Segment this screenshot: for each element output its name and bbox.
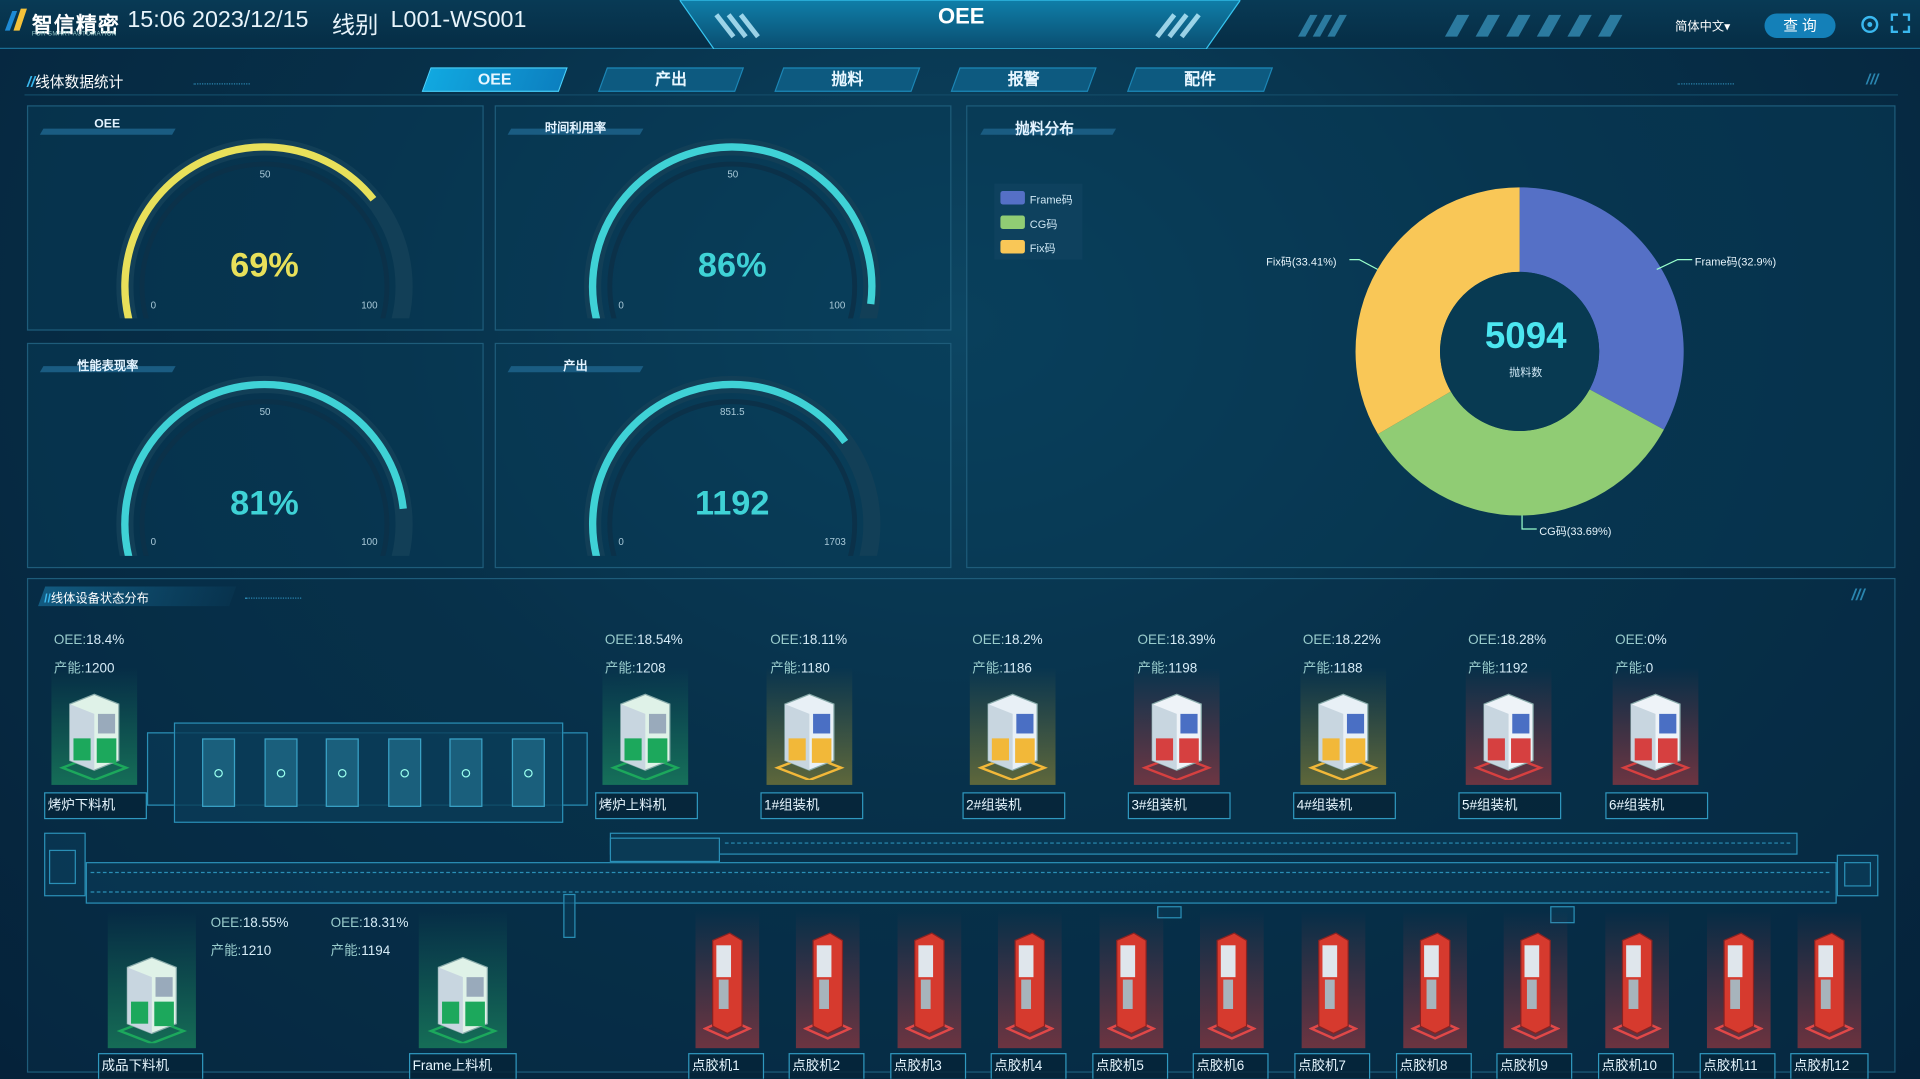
dispenser-machine-icon[interactable] — [1005, 931, 1055, 1041]
dispenser-machine-icon[interactable] — [1612, 931, 1662, 1041]
dispenser-label[interactable]: 点胶机11 — [1699, 1053, 1776, 1079]
dispenser-machine-icon[interactable] — [1410, 931, 1460, 1041]
dispenser-machine-icon[interactable] — [702, 931, 752, 1041]
dispenser-label[interactable]: 点胶机1 — [688, 1053, 765, 1079]
dispenser-label[interactable]: 点胶机12 — [1790, 1053, 1869, 1079]
dispenser-machine-icon[interactable] — [803, 931, 853, 1041]
dispensers-layer: 点胶机1 点胶机2 点胶机3 点胶机4 点胶机5 点胶机6 点胶机7 点胶机8 点胶机9 点胶机1… — [0, 0, 1920, 1079]
dispenser-label[interactable]: 点胶机5 — [1092, 1053, 1169, 1079]
dispenser-label[interactable]: 点胶机8 — [1395, 1053, 1472, 1079]
dispenser-machine-icon[interactable] — [1714, 931, 1764, 1041]
dispenser-label[interactable]: 点胶机2 — [788, 1053, 865, 1079]
dispenser-label[interactable]: 点胶机6 — [1192, 1053, 1269, 1079]
dispenser-label[interactable]: 点胶机7 — [1294, 1053, 1371, 1079]
dispenser-machine-icon[interactable] — [1106, 931, 1156, 1041]
dispenser-label[interactable]: 点胶机4 — [990, 1053, 1067, 1079]
dispenser-machine-icon[interactable] — [1511, 931, 1561, 1041]
dispenser-label[interactable]: 点胶机10 — [1597, 1053, 1674, 1079]
dispenser-label[interactable]: 点胶机3 — [890, 1053, 967, 1079]
dispenser-machine-icon[interactable] — [1308, 931, 1358, 1041]
dispenser-label[interactable]: 点胶机9 — [1496, 1053, 1573, 1079]
dispenser-machine-icon[interactable] — [1207, 931, 1257, 1041]
dispenser-machine-icon[interactable] — [1804, 931, 1854, 1041]
dispenser-machine-icon[interactable] — [904, 931, 954, 1041]
